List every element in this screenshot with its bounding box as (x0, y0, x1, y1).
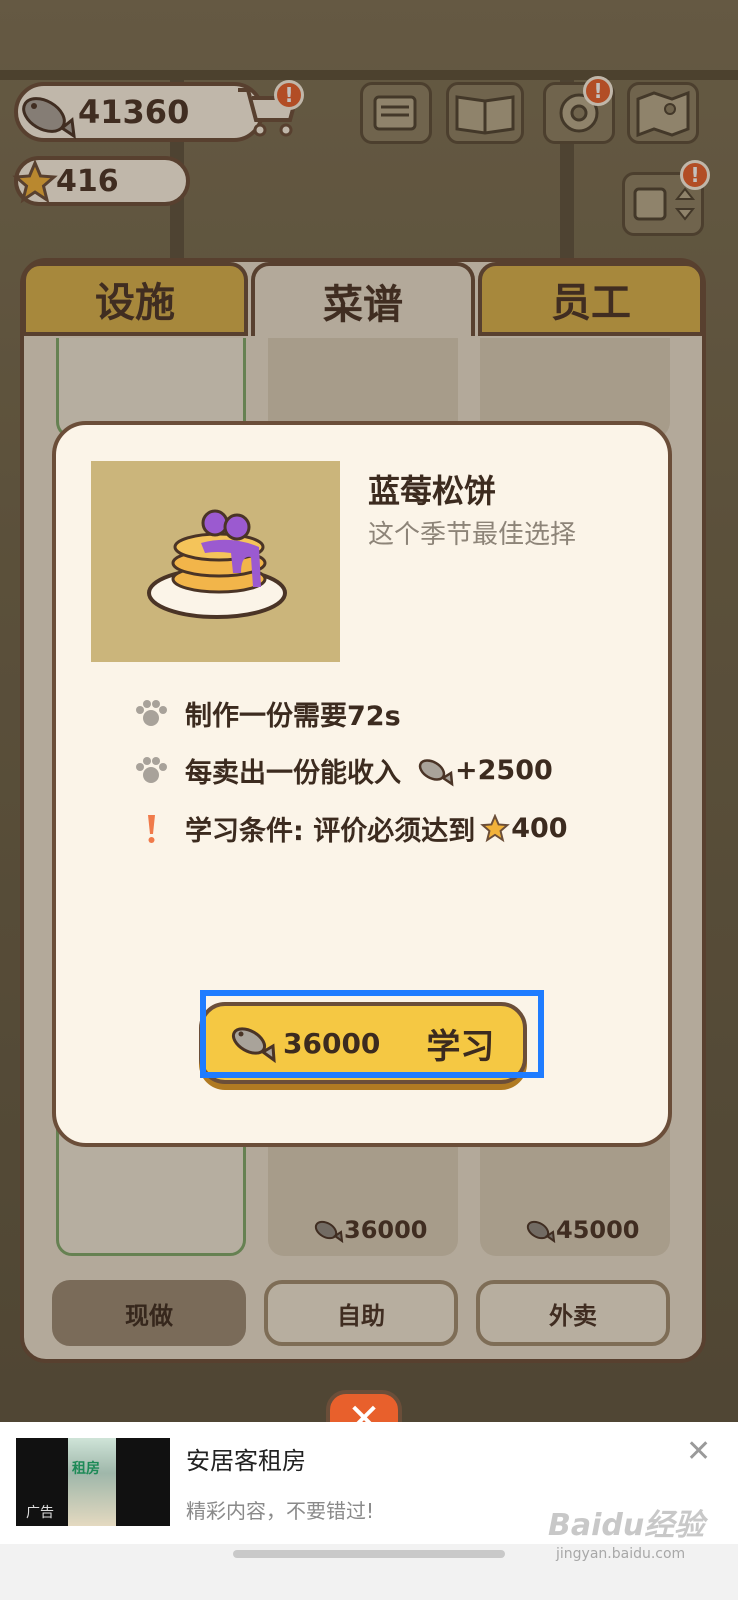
exclamation-icon (133, 813, 169, 845)
income-row: 每卖出一份能收入 +2500 (133, 751, 553, 790)
watermark-brand: Baidu经验 (548, 1508, 705, 1543)
income-label: 每卖出一份能收入 (185, 758, 401, 789)
star-icon (480, 813, 511, 842)
paw-icon (133, 756, 169, 786)
ad-close-icon[interactable]: ✕ (686, 1434, 711, 1469)
dish-image (91, 461, 340, 662)
income-value: +2500 (455, 755, 553, 786)
tutorial-highlight-box (200, 990, 544, 1078)
cook-time-text: 制作一份需要72s (185, 701, 401, 732)
blueberry-pancake-icon (147, 509, 287, 619)
paw-icon (133, 699, 169, 729)
ad-thumbnail[interactable]: 租房 广告 (16, 1438, 170, 1526)
ad-thumbnail-image (68, 1438, 116, 1526)
cook-time-row: 制作一份需要72s (133, 694, 401, 733)
ad-tag: 广告 (26, 1505, 54, 1521)
ad-thumbnail-text: 租房 (72, 1461, 100, 1477)
ad-title[interactable]: 安居客租房 (186, 1441, 306, 1476)
requirement-row: 学习条件: 评价必须达到 400 (133, 809, 568, 848)
ad-subtitle: 精彩内容，不要错过! (186, 1499, 375, 1523)
home-indicator[interactable] (233, 1550, 505, 1558)
requirement-label: 学习条件: 评价必须达到 (185, 816, 476, 847)
requirement-value: 400 (511, 813, 568, 844)
watermark-url: jingyan.baidu.com (556, 1546, 686, 1562)
dish-subtitle: 这个季节最佳选择 (368, 520, 577, 550)
dish-name: 蓝莓松饼 (368, 472, 497, 510)
fish-icon (418, 758, 454, 786)
